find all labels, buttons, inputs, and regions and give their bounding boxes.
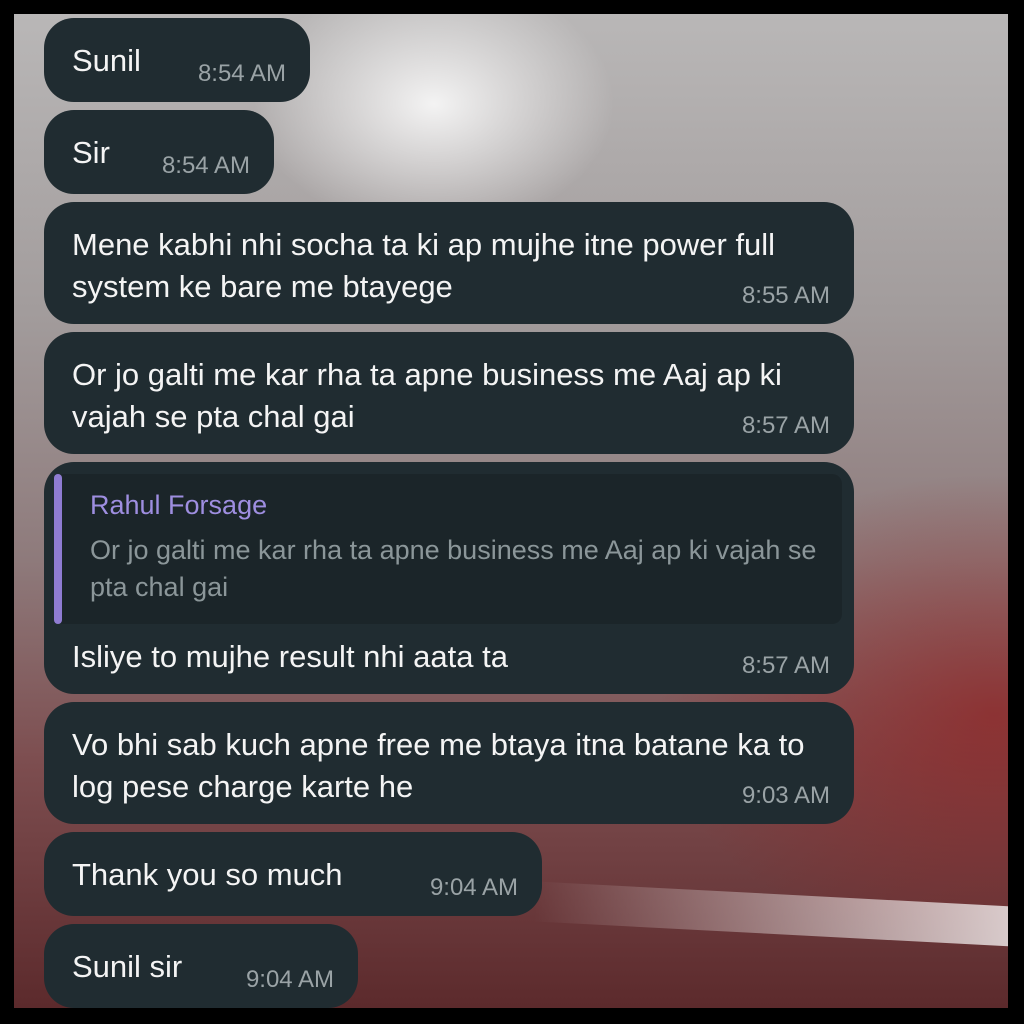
message-timestamp: 8:54 AM — [197, 60, 286, 87]
message-bubble[interactable]: Vo bhi sab kuch apne free me btaya itna … — [44, 702, 854, 824]
message-timestamp: 9:04 AM — [245, 966, 334, 993]
message-bubble[interactable]: Sunil 8:54 AM — [44, 18, 310, 102]
message-text: Thank you so much — [72, 857, 343, 892]
message-text: Or jo galti me kar rha ta apne business … — [72, 357, 782, 434]
reply-message-bubble[interactable]: Rahul Forsage Or jo galti me kar rha ta … — [44, 462, 854, 694]
message-text: Vo bhi sab kuch apne free me btaya itna … — [72, 727, 805, 804]
message-text: Mene kabhi nhi socha ta ki ap mujhe itne… — [72, 227, 776, 304]
message-bubble[interactable]: Or jo galti me kar rha ta apne business … — [44, 332, 854, 454]
message-text: Sunil — [72, 43, 141, 78]
message-timestamp: 9:03 AM — [741, 782, 830, 809]
message-text: Sunil sir — [72, 949, 183, 984]
quote-accent-bar — [54, 474, 62, 624]
message-bubble[interactable]: Mene kabhi nhi socha ta ki ap mujhe itne… — [44, 202, 854, 324]
quoted-author: Rahul Forsage — [90, 490, 268, 520]
message-timestamp: 8:55 AM — [741, 282, 830, 309]
quoted-text: Or jo galti me kar rha ta apne business … — [90, 535, 817, 602]
message-timestamp: 8:54 AM — [161, 152, 250, 179]
message-bubble[interactable]: Sunil sir 9:04 AM — [44, 924, 358, 1008]
message-timestamp: 8:57 AM — [741, 412, 830, 439]
message-timestamp: 8:57 AM — [741, 652, 830, 679]
message-bubble[interactable]: Sir 8:54 AM — [44, 110, 274, 194]
message-bubble[interactable]: Thank you so much 9:04 AM — [44, 832, 542, 916]
message-text: Sir — [72, 135, 110, 170]
chat-screenshot-frame: Sunil 8:54 AM Sir 8:54 AM Mene kabhi nhi… — [14, 14, 1008, 1008]
quoted-message[interactable]: Rahul Forsage Or jo galti me kar rha ta … — [54, 474, 842, 624]
message-text: Isliye to mujhe result nhi aata ta — [72, 639, 508, 674]
message-timestamp: 9:04 AM — [429, 874, 518, 901]
